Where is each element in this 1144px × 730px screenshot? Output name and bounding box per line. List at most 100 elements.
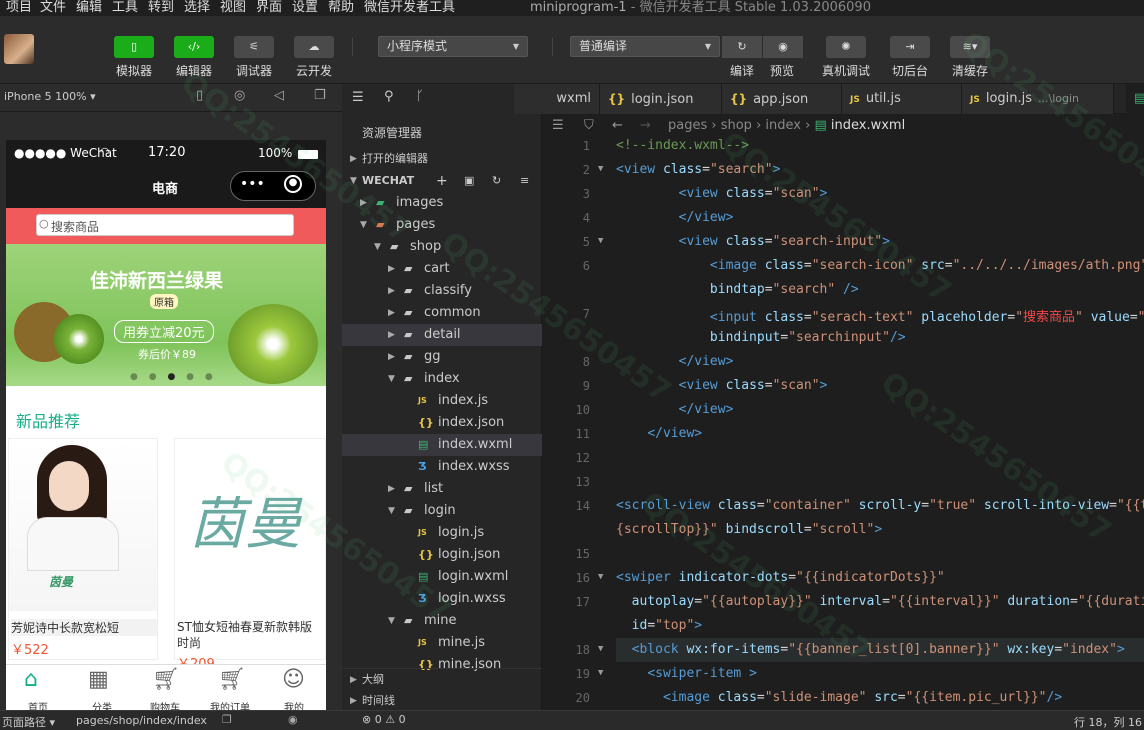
- tree-item[interactable]: ▤ login.wxml: [342, 566, 542, 588]
- menu-item[interactable]: 视图: [220, 0, 246, 15]
- tree-item[interactable]: ▶ ▰ detail: [342, 324, 542, 346]
- crumb-index[interactable]: index: [765, 118, 801, 133]
- collapse-icon[interactable]: ≡: [520, 170, 529, 192]
- fold-icon[interactable]: ▼: [598, 644, 603, 654]
- tree-item[interactable]: ▼ ▰ index: [342, 368, 542, 390]
- menu-item[interactable]: 编辑: [76, 0, 102, 15]
- product-card[interactable]: 茵曼 ST恤女短袖春夏新款韩版时尚 ￥209: [174, 438, 326, 672]
- new-folder-icon[interactable]: ▣: [464, 170, 474, 192]
- menu-item[interactable]: 微信开发者工具: [364, 0, 455, 15]
- branch-icon[interactable]: ᚴ: [416, 89, 424, 104]
- menu-item[interactable]: 界面: [256, 0, 282, 15]
- cart-icon[interactable]: 🛒︎: [152, 667, 180, 692]
- device-select[interactable]: iPhone 5 100% ▾: [4, 90, 96, 103]
- search-icon[interactable]: ⚲: [384, 89, 394, 104]
- more-icon[interactable]: •••: [240, 176, 265, 192]
- orders-icon[interactable]: 🛒︎: [218, 667, 246, 692]
- tree-item[interactable]: {} login.json: [342, 544, 542, 566]
- tab-index-wxml[interactable]: ▤: [1126, 84, 1144, 114]
- tab-login-js[interactable]: JS login.js ...\login: [962, 84, 1114, 114]
- user-icon[interactable]: ☺: [282, 667, 305, 692]
- tree-item[interactable]: ▼ ▰ login: [342, 500, 542, 522]
- menu-item[interactable]: 设置: [292, 0, 318, 15]
- tree-item[interactable]: ▶ ▰ cart: [342, 258, 542, 280]
- menu-item[interactable]: 工具: [112, 0, 138, 15]
- preview-button[interactable]: ◉: [763, 36, 803, 58]
- menu-item[interactable]: 转到: [148, 0, 174, 15]
- compile-select[interactable]: 普通编译 ▼: [570, 36, 720, 57]
- tree-item[interactable]: Ʒlogin.wxss: [342, 588, 542, 610]
- tree-item[interactable]: ▼ ▰ mine: [342, 610, 542, 632]
- remote-debug-button[interactable]: ✺: [826, 36, 866, 58]
- window-icon[interactable]: ❐: [314, 88, 326, 103]
- eye-icon[interactable]: ◉: [288, 713, 298, 726]
- menu-item[interactable]: 选择: [184, 0, 210, 15]
- new-file-icon[interactable]: +: [436, 170, 448, 192]
- simulator-button[interactable]: ▯: [114, 36, 154, 58]
- tab-util-js[interactable]: JS util.js: [842, 84, 962, 114]
- clear-cache-button[interactable]: ≋▾: [950, 36, 990, 58]
- fold-icon[interactable]: ▼: [598, 236, 603, 246]
- tree-item[interactable]: ▶ ▰ images: [342, 192, 542, 214]
- crumb-shop[interactable]: shop: [721, 118, 752, 133]
- list-icon[interactable]: ☰: [552, 114, 564, 138]
- banner-dots[interactable]: ● ● ● ● ●: [130, 372, 217, 382]
- record-icon[interactable]: ◎: [234, 88, 245, 103]
- tab-login-json[interactable]: {} login.json: [600, 84, 722, 114]
- cursor-position[interactable]: 行 18，列 16: [1074, 714, 1142, 730]
- compile-button[interactable]: ↻: [722, 36, 762, 58]
- tree-item[interactable]: JS mine.js: [342, 632, 542, 654]
- menu-item[interactable]: 帮助: [328, 0, 354, 15]
- cloud-button[interactable]: ☁: [294, 36, 334, 58]
- tab-orders-label[interactable]: 我的订单: [210, 699, 250, 710]
- tab-wxml[interactable]: wxml: [514, 84, 600, 114]
- open-editors-section[interactable]: ▶ 打开的编辑器: [342, 148, 542, 170]
- tree-item[interactable]: ▶ ▰ list: [342, 478, 542, 500]
- product-card[interactable]: 茵曼 芳妮诗中长款宽松短 ￥522: [8, 438, 158, 660]
- bookmark-icon[interactable]: ⛉: [584, 114, 594, 138]
- phone-icon[interactable]: ▯: [196, 88, 203, 103]
- tab-app-json[interactable]: {} app.json: [722, 84, 842, 114]
- menu-item[interactable]: 项目: [6, 0, 32, 15]
- debugger-button[interactable]: ⚟: [234, 36, 274, 58]
- menu-item[interactable]: 文件: [40, 0, 66, 15]
- banner[interactable]: 佳沛新西兰绿果 原箱 用券立减20元 券后价￥89 ● ● ● ● ●: [6, 244, 326, 386]
- tree-item[interactable]: ▶ ▰ gg: [342, 346, 542, 368]
- tree-item[interactable]: ▼ ▰ shop: [342, 236, 542, 258]
- outline-section[interactable]: ▶ 大纲: [342, 668, 542, 690]
- crumb-file[interactable]: index.wxml: [831, 118, 905, 133]
- workspace-section[interactable]: ▼ WECHAT + ▣ ↻ ≡: [342, 170, 542, 192]
- code-editor[interactable]: 1 <!--index.wxml--> 2 ▼ <view class="search"…: [542, 138, 1144, 710]
- avatar[interactable]: [4, 34, 34, 64]
- copy-icon[interactable]: ❐: [222, 713, 232, 726]
- tab-classify-label[interactable]: 分类: [92, 699, 112, 710]
- tree-item[interactable]: ▤ index.wxml: [342, 434, 542, 456]
- tree-item[interactable]: Ʒindex.wxss: [342, 456, 542, 478]
- background-button[interactable]: ⇥: [890, 36, 930, 58]
- close-icon[interactable]: ●: [284, 175, 302, 193]
- grid-icon[interactable]: ▦: [88, 667, 109, 692]
- tab-home-label[interactable]: 首页: [28, 699, 48, 710]
- back-icon[interactable]: ←: [612, 114, 623, 138]
- fold-icon[interactable]: ▼: [598, 668, 603, 678]
- tree-item[interactable]: JS login.js: [342, 522, 542, 544]
- search-input[interactable]: ○ 搜索商品: [36, 214, 294, 236]
- tree-item[interactable]: ▶ ▰ classify: [342, 280, 542, 302]
- list-icon[interactable]: ☰: [352, 90, 364, 105]
- fold-icon[interactable]: ▼: [598, 572, 603, 582]
- tree-item[interactable]: JS index.js: [342, 390, 542, 412]
- page-path-label[interactable]: 页面路径 ▾: [2, 714, 55, 730]
- tab-mine-label[interactable]: 我的: [284, 699, 304, 710]
- crumb-pages[interactable]: pages: [668, 118, 707, 133]
- fold-icon[interactable]: ▼: [598, 164, 603, 174]
- forward-icon[interactable]: →: [640, 114, 651, 138]
- volume-icon[interactable]: ◁: [274, 88, 284, 103]
- tree-item[interactable]: ▶ ▰ common: [342, 302, 542, 324]
- tree-item[interactable]: {} index.json: [342, 412, 542, 434]
- editor-button[interactable]: ‹/›: [174, 36, 214, 58]
- tab-cart-label[interactable]: 购物车: [150, 699, 180, 710]
- tree-item[interactable]: ▼ ▰ pages: [342, 214, 542, 236]
- home-icon[interactable]: ⌂: [24, 667, 38, 692]
- error-icon[interactable]: ⊗ 0 ⚠ 0: [362, 713, 406, 726]
- mode-select[interactable]: 小程序模式 ▼: [378, 36, 528, 57]
